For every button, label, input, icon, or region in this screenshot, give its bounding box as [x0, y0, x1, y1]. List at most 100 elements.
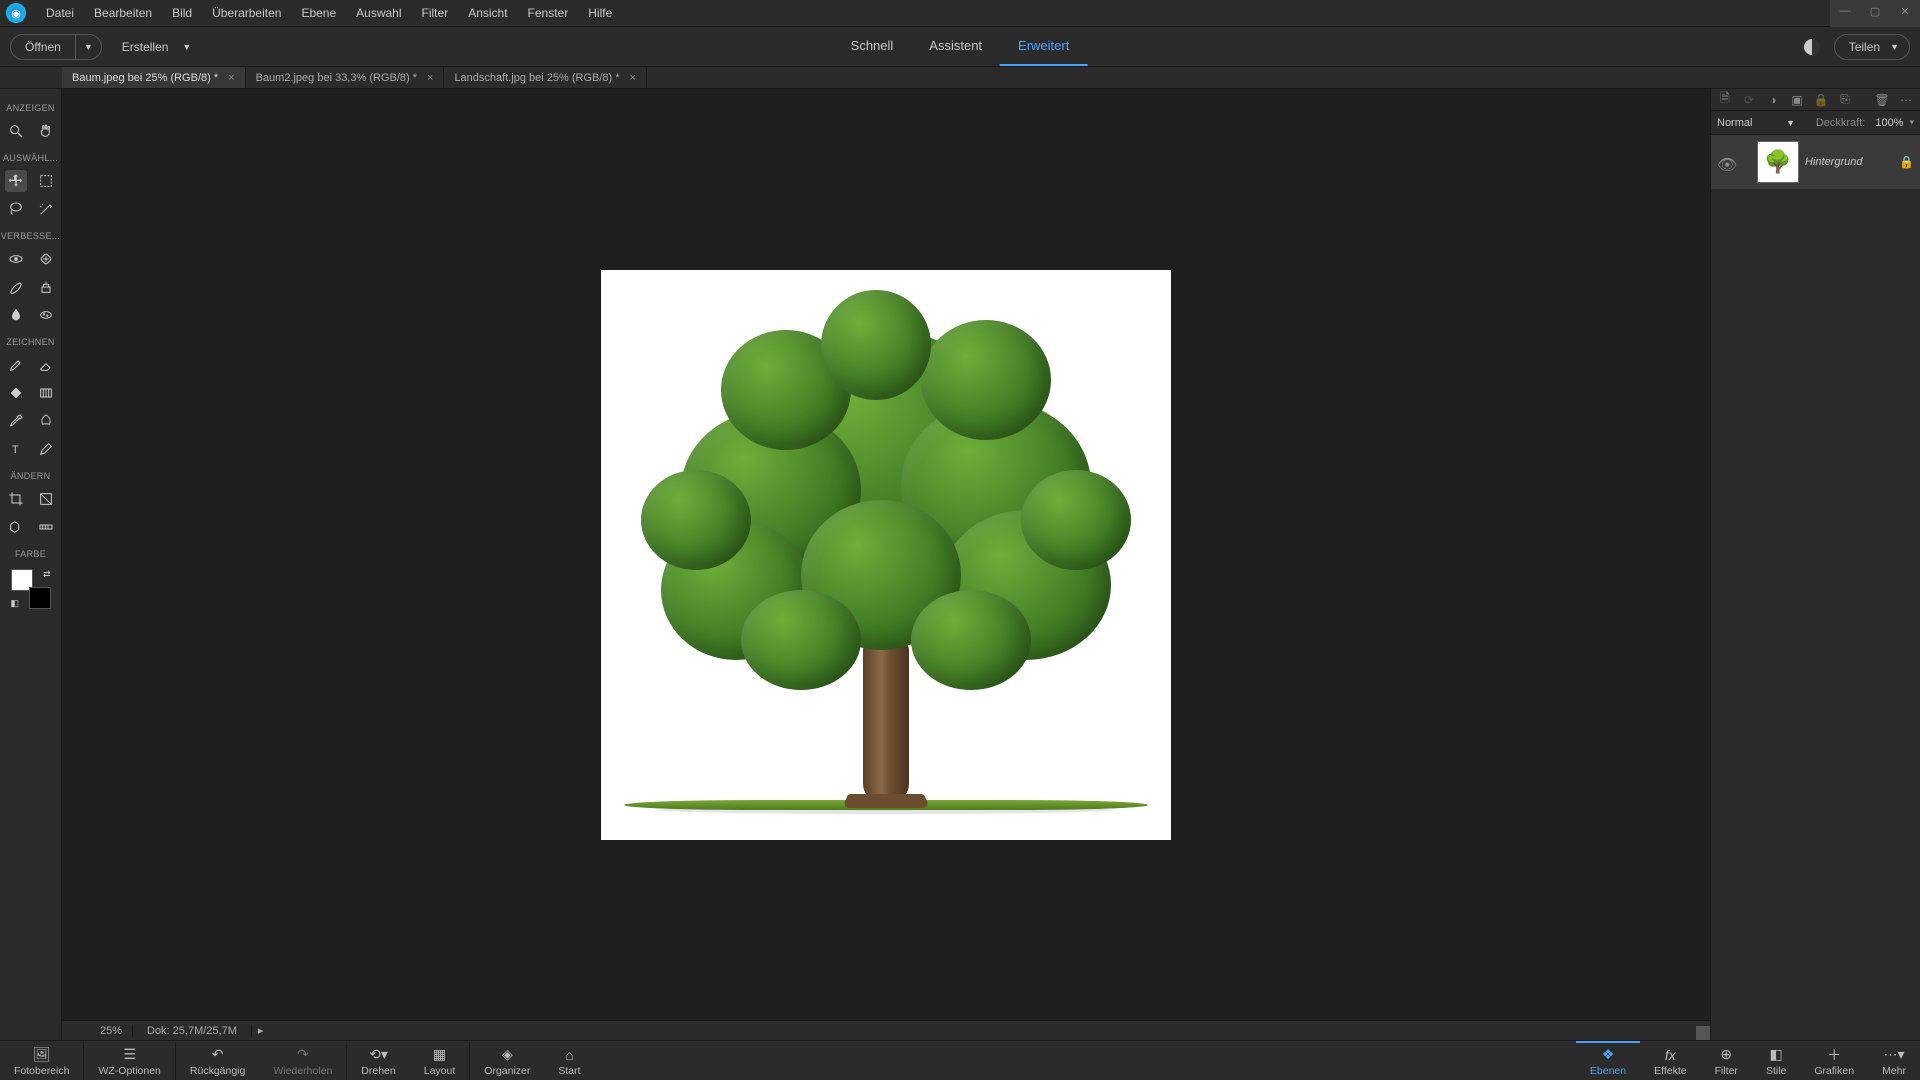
canvas-viewport[interactable]: [62, 89, 1710, 1020]
panel-menu-icon[interactable]: ⋯: [1898, 92, 1914, 108]
recompose-tool-icon[interactable]: [35, 488, 57, 510]
default-colors-icon[interactable]: ◧: [11, 598, 20, 609]
layer-name[interactable]: Hintergrund: [1805, 156, 1893, 168]
menu-select[interactable]: Auswahl: [346, 0, 411, 27]
undo-button[interactable]: ↶Rückgängig: [176, 1041, 259, 1080]
crop-tool-icon[interactable]: [5, 488, 27, 510]
styles-tab-button[interactable]: ◧Stile: [1752, 1041, 1800, 1080]
create-chevron-icon: ▼: [182, 42, 191, 52]
brush-tool-icon[interactable]: [5, 354, 27, 376]
redo-button[interactable]: ↷Wiederholen: [259, 1041, 347, 1080]
doc-size[interactable]: Dok: 25,7M/25,7M: [132, 1025, 252, 1037]
opacity-value[interactable]: 100%: [1875, 117, 1903, 129]
straighten-tool-icon[interactable]: [35, 516, 57, 538]
menu-filter[interactable]: Filter: [412, 0, 459, 27]
layers-tab-button[interactable]: ❖Ebenen: [1576, 1041, 1640, 1080]
layer-thumbnail[interactable]: 🌳: [1757, 141, 1799, 183]
lasso-tool-icon[interactable]: [5, 198, 27, 220]
tool-group-view: ANZEIGEN: [0, 103, 61, 113]
zoom-level[interactable]: 25%: [82, 1025, 132, 1037]
photo-bin-button[interactable]: 🖼Fotobereich: [0, 1041, 84, 1080]
home-button[interactable]: ⌂Start: [544, 1041, 594, 1080]
open-button[interactable]: Öffnen ▼: [10, 34, 102, 60]
zoom-tool-icon[interactable]: [5, 120, 27, 142]
layer-link-slot[interactable]: [1737, 155, 1751, 169]
layer-link-icon[interactable]: ⎘: [1837, 92, 1853, 108]
scrollbar-corner[interactable]: [1696, 1026, 1710, 1040]
adjustment-layer-icon[interactable]: ◑: [1765, 92, 1781, 108]
minimize-button[interactable]: —: [1830, 0, 1860, 22]
share-button[interactable]: Teilen ▼: [1834, 34, 1910, 60]
more-tab-button[interactable]: ⋯▾Mehr: [1868, 1041, 1920, 1080]
document-tab[interactable]: Landschaft.jpg bei 25% (RGB/8) * ×: [444, 67, 647, 88]
new-layer-icon[interactable]: 🗎: [1717, 92, 1733, 108]
hand-tool-icon[interactable]: [35, 120, 57, 142]
menu-enhance[interactable]: Überarbeiten: [202, 0, 291, 27]
text-tool-icon[interactable]: T: [5, 438, 27, 460]
smart-brush-tool-icon[interactable]: [5, 276, 27, 298]
filter-icon: ⊕: [1720, 1047, 1732, 1063]
effects-tab-button[interactable]: fxEffekte: [1640, 1041, 1701, 1080]
layout-button[interactable]: ▦Layout: [410, 1041, 471, 1080]
layer-lock-icon[interactable]: 🔒: [1813, 92, 1829, 108]
open-chevron-icon[interactable]: ▼: [75, 35, 101, 59]
menu-window[interactable]: Fenster: [518, 0, 579, 27]
content-aware-tool-icon[interactable]: [5, 516, 27, 538]
menu-image[interactable]: Bild: [162, 0, 202, 27]
layer-mask-icon[interactable]: ▣: [1789, 92, 1805, 108]
tool-options-button[interactable]: ☰WZ-Optionen: [84, 1041, 175, 1080]
spot-heal-tool-icon[interactable]: [35, 248, 57, 270]
filter-tab-button[interactable]: ⊕Filter: [1701, 1041, 1752, 1080]
sponge-tool-icon[interactable]: [35, 304, 57, 326]
eraser-tool-icon[interactable]: [35, 354, 57, 376]
create-button[interactable]: Erstellen ▼: [122, 40, 192, 54]
rotate-button[interactable]: ⟲▾Drehen: [347, 1041, 409, 1080]
redeye-tool-icon[interactable]: [5, 248, 27, 270]
move-tool-icon[interactable]: [5, 170, 27, 192]
color-swatches[interactable]: ⇄ ◧: [11, 569, 51, 609]
layer-lock-icon[interactable]: 🔒: [1899, 155, 1914, 169]
background-color[interactable]: [29, 587, 51, 609]
mode-quick[interactable]: Schnell: [833, 27, 912, 66]
document-tab[interactable]: Baum2.jpeg bei 33,3% (RGB/8) * ×: [246, 67, 445, 88]
maximize-button[interactable]: ▢: [1860, 0, 1890, 22]
mode-guided[interactable]: Assistent: [911, 27, 1000, 66]
document-tab[interactable]: Baum.jpeg bei 25% (RGB/8) * ×: [62, 67, 246, 88]
marquee-tool-icon[interactable]: [35, 170, 57, 192]
canvas[interactable]: [601, 270, 1171, 840]
theme-contrast-icon[interactable]: [1804, 39, 1820, 55]
magic-wand-tool-icon[interactable]: [35, 198, 57, 220]
menu-file[interactable]: Datei: [36, 0, 84, 27]
sliders-icon: ☰: [123, 1047, 136, 1063]
menu-view[interactable]: Ansicht: [458, 0, 517, 27]
layer-row[interactable]: 👁 🌳 Hintergrund 🔒: [1711, 135, 1920, 189]
tab-close-icon[interactable]: ×: [228, 72, 234, 84]
menu-layer[interactable]: Ebene: [291, 0, 346, 27]
delete-layer-icon[interactable]: 🗑: [1874, 92, 1890, 108]
visibility-toggle-icon[interactable]: 👁: [1717, 155, 1731, 169]
close-window-button[interactable]: ✕: [1890, 0, 1920, 22]
chevron-down-icon[interactable]: ▾: [1909, 117, 1914, 128]
home-icon: ⌂: [565, 1047, 573, 1063]
app-logo-icon: ◉: [6, 3, 26, 23]
new-group-icon[interactable]: ⟳: [1741, 92, 1757, 108]
pencil-tool-icon[interactable]: [35, 438, 57, 460]
tab-close-icon[interactable]: ×: [630, 72, 636, 84]
tab-close-icon[interactable]: ×: [427, 72, 433, 84]
document-tab-label: Baum2.jpeg bei 33,3% (RGB/8) *: [256, 72, 417, 84]
menu-edit[interactable]: Bearbeiten: [84, 0, 162, 27]
eyedropper-tool-icon[interactable]: [5, 410, 27, 432]
swap-colors-icon[interactable]: ⇄: [43, 569, 51, 580]
blur-tool-icon[interactable]: [5, 304, 27, 326]
mode-expert[interactable]: Erweitert: [1000, 27, 1087, 66]
gradient-tool-icon[interactable]: [35, 382, 57, 404]
layout-label: Layout: [424, 1065, 456, 1077]
blend-mode-select[interactable]: Normal ▼: [1717, 117, 1795, 129]
organizer-button[interactable]: ◈Organizer: [470, 1041, 544, 1080]
menu-help[interactable]: Hilfe: [578, 0, 622, 27]
graphics-tab-button[interactable]: ＋Grafiken: [1800, 1041, 1868, 1080]
paintbucket-tool-icon[interactable]: [5, 382, 27, 404]
clone-stamp-tool-icon[interactable]: [35, 276, 57, 298]
shape-tool-icon[interactable]: [35, 410, 57, 432]
status-arrow-icon[interactable]: ▸: [252, 1024, 270, 1037]
